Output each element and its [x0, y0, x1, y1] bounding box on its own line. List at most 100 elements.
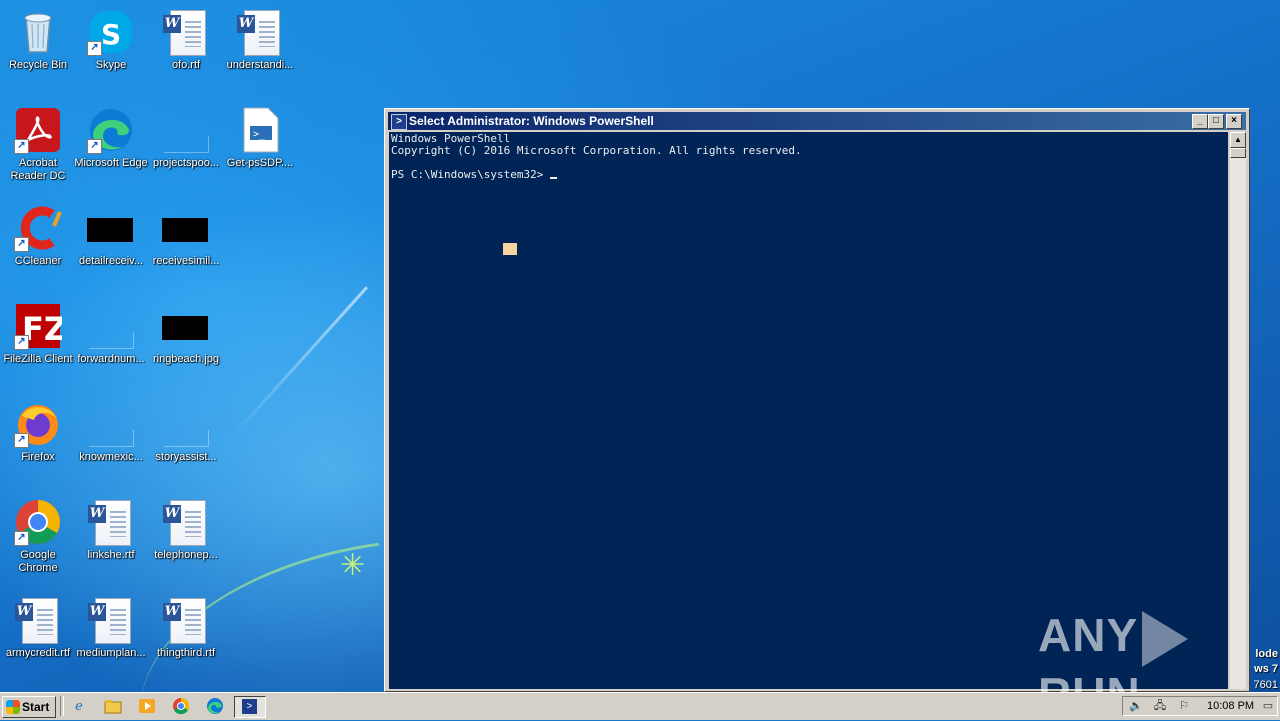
desktop-icon-label: telephonep...: [154, 549, 218, 561]
maximize-button[interactable]: □: [1208, 114, 1224, 129]
desktop-icon-label: ofo.rtf: [171, 59, 201, 71]
powershell-window[interactable]: > Select Administrator: Windows PowerShe…: [384, 108, 1250, 692]
desktop-icon-receivesimil[interactable]: receivesimil...: [148, 198, 224, 288]
filezilla-icon: FZ ↗: [14, 302, 67, 350]
desktop-icon-get-pssdp[interactable]: >_ Get-psSDP....: [222, 100, 298, 190]
desktop-icon-label: Get-psSDP....: [226, 157, 294, 169]
internet-explorer-icon[interactable]: ℯ: [70, 697, 88, 715]
word-document-icon: W: [236, 8, 284, 56]
desktop-icon-detailreceiv[interactable]: detailreceiv...: [73, 198, 149, 288]
desktop-icon-label: understandi...: [226, 59, 294, 71]
desktop-icon-firefox[interactable]: ↗ Firefox: [0, 394, 76, 484]
os-edition-text: lode: [1255, 648, 1278, 660]
desktop-icon-label: receivesimil...: [152, 255, 220, 267]
word-document-icon: W: [162, 498, 210, 546]
svg-text:>_: >_: [253, 129, 266, 140]
network-icon[interactable]: 🖧: [1153, 699, 1167, 713]
desktop-icon-mediumplan[interactable]: W mediumplan...: [73, 590, 149, 680]
powershell-icon: >: [391, 114, 407, 130]
minimize-button[interactable]: _: [1192, 114, 1208, 129]
desktop-icon-understandi[interactable]: W understandi...: [222, 2, 298, 92]
desktop-icon-edge[interactable]: ↗ Microsoft Edge: [73, 100, 149, 190]
speaker-icon[interactable]: 🔈: [1129, 699, 1143, 713]
image-file-icon: [162, 302, 210, 350]
desktop-icon-label: Google Chrome: [18, 549, 58, 574]
ccleaner-icon: ↗: [14, 204, 62, 252]
console-prompt: PS C:\Windows\system32>: [391, 168, 550, 181]
chrome-taskbar-icon[interactable]: [172, 697, 190, 715]
close-button[interactable]: ×: [1226, 114, 1242, 129]
shortcut-arrow-icon: ↗: [87, 41, 102, 56]
system-tray: 🔈 🖧 ⚐ 10:08 PM ▭: [1122, 696, 1278, 716]
vertical-scrollbar[interactable]: ▲: [1230, 132, 1246, 689]
word-document-icon: W: [87, 498, 135, 546]
desktop-icon-skype[interactable]: S ↗ Skype: [73, 2, 149, 92]
desktop-icon-linkshe[interactable]: W linkshe.rtf: [73, 492, 149, 582]
desktop-icon-thingthird[interactable]: W thingthird.rtf: [148, 590, 224, 680]
console-line: Copyright (C) 2016 Microsoft Corporation…: [391, 144, 802, 157]
image-file-icon: [162, 204, 210, 252]
blank-file-icon: [87, 302, 135, 350]
desktop-icon-ofo[interactable]: W ofo.rtf: [148, 2, 224, 92]
desktop-icon-projectspoo[interactable]: projectspoo...: [148, 100, 224, 190]
word-document-icon: W: [87, 596, 135, 644]
start-button[interactable]: Start: [2, 696, 56, 718]
skype-icon: S ↗: [87, 8, 135, 56]
desktop-icon-knowmexic[interactable]: knowmexic...: [73, 394, 149, 484]
desktop-icon-recycle-bin[interactable]: Recycle Bin: [0, 2, 76, 92]
shortcut-arrow-icon: ↗: [14, 531, 29, 546]
desktop-icon-label: Recycle Bin: [8, 59, 68, 71]
os-edition-text: ws 7: [1254, 663, 1278, 675]
wallpaper-star: ✳: [340, 549, 366, 582]
desktop-icon-label: ringbeach.jpg: [152, 353, 220, 365]
media-player-icon[interactable]: [138, 697, 156, 715]
desktop-icon-label: Acrobat Reader DC: [10, 157, 66, 182]
show-desktop-icon[interactable]: ▭: [1261, 699, 1275, 713]
word-document-icon: W: [162, 8, 210, 56]
window-title: Select Administrator: Windows PowerShell: [409, 114, 654, 128]
desktop-icon-label: detailreceiv...: [79, 255, 143, 267]
desktop-icon-storyassist[interactable]: storyassist...: [148, 394, 224, 484]
desktop-icon-label: Microsoft Edge: [74, 157, 148, 169]
desktop-icon-label: Firefox: [21, 451, 55, 463]
os-build-text: 7601: [1253, 679, 1278, 691]
image-file-icon: [87, 204, 135, 252]
text-cursor: [549, 177, 557, 179]
edge-taskbar-icon[interactable]: [206, 697, 224, 715]
desktop-icon-forwardnum[interactable]: forwardnum...: [73, 296, 149, 386]
desktop-icon-label: storyassist...: [155, 451, 217, 463]
desktop-icon-label: mediumplan...: [76, 647, 146, 659]
acrobat-icon: ↗: [14, 106, 62, 154]
desktop-icon-ringbeach[interactable]: ringbeach.jpg: [148, 296, 224, 386]
shortcut-arrow-icon: ↗: [14, 433, 29, 448]
scrollbar-thumb[interactable]: [1230, 148, 1246, 158]
desktop-icon-label: thingthird.rtf: [156, 647, 216, 659]
shortcut-arrow-icon: ↗: [14, 237, 29, 252]
scroll-up-arrow-icon[interactable]: ▲: [1230, 132, 1246, 148]
desktop-icon-armycredit[interactable]: W armycredit.rtf: [0, 590, 76, 680]
window-titlebar[interactable]: > Select Administrator: Windows PowerShe…: [388, 112, 1246, 130]
windows-logo-icon: [6, 700, 20, 714]
console-output[interactable]: Windows PowerShell Copyright (C) 2016 Mi…: [389, 132, 1228, 689]
blank-file-icon: [162, 106, 210, 154]
clock[interactable]: 10:08 PM: [1207, 697, 1254, 715]
blank-file-icon: [162, 400, 210, 448]
desktop-icon-chrome[interactable]: ↗ Google Chrome: [0, 492, 76, 582]
desktop-icon-ccleaner[interactable]: ↗ CCleaner: [0, 198, 76, 288]
play-triangle-icon: [1142, 610, 1189, 667]
word-document-icon: W: [162, 596, 210, 644]
word-document-icon: W: [14, 596, 62, 644]
edge-icon: ↗: [87, 106, 135, 154]
desktop-icon-filezilla[interactable]: FZ ↗ FileZilla Client: [0, 296, 76, 386]
desktop-icon-acrobat[interactable]: ↗ Acrobat Reader DC: [0, 100, 76, 190]
recycle-bin-icon: [14, 8, 62, 56]
action-center-flag-icon[interactable]: ⚐: [1177, 699, 1191, 713]
desktop-icon-label: Skype: [95, 59, 127, 71]
desktop-icon-label: linkshe.rtf: [87, 549, 135, 561]
file-explorer-icon[interactable]: [104, 697, 122, 715]
desktop-icon-label: forwardnum...: [77, 353, 145, 365]
taskbar-powershell-button[interactable]: >: [234, 696, 266, 718]
firefox-icon: ↗: [14, 400, 62, 448]
desktop-icon-telephonep[interactable]: W telephonep...: [148, 492, 224, 582]
powershell-icon: >: [242, 699, 257, 714]
